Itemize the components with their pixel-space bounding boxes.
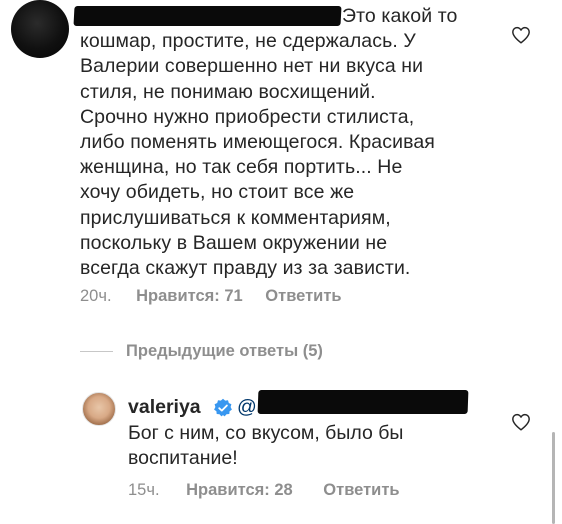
comment-body: Это какой то кошмар, простите, не сдержа…: [80, 4, 500, 281]
verified-badge-icon: [214, 398, 232, 417]
commenter-avatar[interactable]: [11, 0, 69, 58]
previous-replies-divider: [80, 351, 113, 352]
reply-avatar[interactable]: [82, 392, 116, 426]
heart-outline-icon[interactable]: [511, 413, 531, 431]
comment-reply-button[interactable]: Ответить: [265, 287, 341, 306]
reply-meta: 15ч. Нравится: 28 Ответить: [128, 481, 400, 500]
comment-meta: 20ч. Нравится: 71 Ответить: [80, 287, 342, 306]
heart-outline-icon[interactable]: [511, 26, 531, 44]
reply-reply-button[interactable]: Ответить: [323, 481, 399, 500]
comment-time: 20ч.: [80, 287, 112, 305]
reply-time: 15ч.: [128, 481, 160, 499]
comment-text-line1: Это какой то: [342, 5, 458, 27]
comment-likes[interactable]: Нравится: 71: [136, 287, 243, 306]
mention-link[interactable]: @: [237, 396, 257, 419]
redacted-mention: [257, 390, 469, 414]
reply-username[interactable]: valeriya: [128, 396, 201, 419]
reply-body: Бог с ним, со вкусом, было бы воспитание…: [128, 422, 404, 470]
reply-likes[interactable]: Нравится: 28: [186, 481, 293, 500]
view-previous-replies-button[interactable]: Предыдущие ответы (5): [126, 342, 323, 361]
comment-text-rest: кошмар, простите, не сдержалась. У Валер…: [80, 30, 435, 280]
scrollbar[interactable]: [552, 432, 555, 524]
redacted-username: [73, 6, 342, 26]
